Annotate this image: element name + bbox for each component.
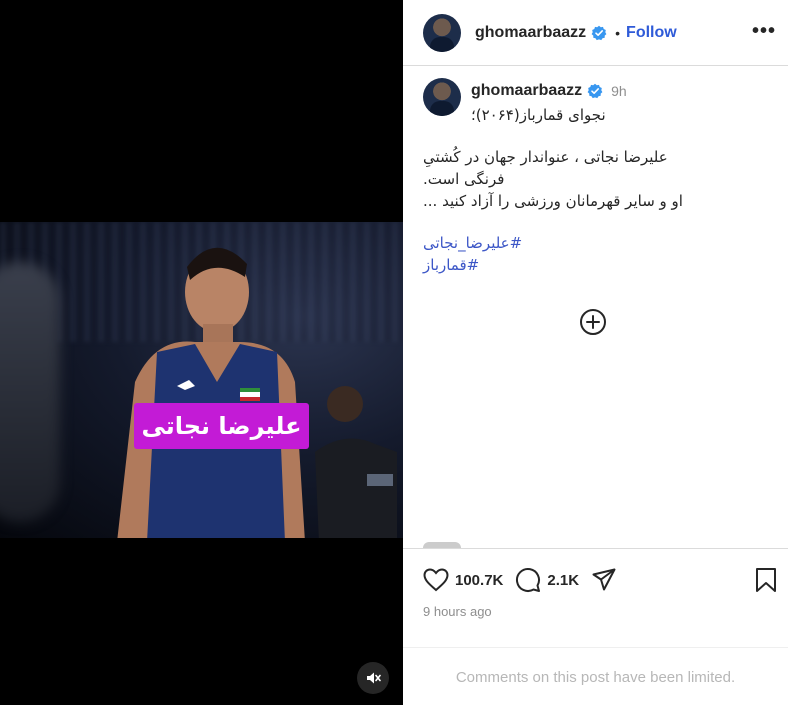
share-icon [592,568,616,591]
share-button[interactable] [591,567,617,593]
caption-paragraph: علیرضا نجاتی ، عنواندار جهان در کُشتیِ ف… [423,148,668,188]
heart-icon [423,568,449,592]
verified-badge-icon [591,25,607,41]
comments-limited-notice: Comments on this post have been limited. [403,647,788,705]
blurred-figure [0,262,60,522]
verified-badge-icon [587,83,603,99]
wrestler-figure [117,247,305,538]
post-photo [0,222,403,538]
post-details-panel: ghomaarbaazz • Follow ••• ghomaarbaazz 9… [403,0,788,705]
comment-count: 2.1K [547,571,580,589]
caption-username-link[interactable]: ghomaarbaazz [471,82,582,100]
hashtag-link[interactable]: #علیرضا_نجاتی [423,232,768,254]
like-button[interactable]: 100.7K [423,568,503,592]
post-time-short[interactable]: 9h [611,83,627,99]
hashtag-list: #علیرضا_نجاتی #قمارباز [423,232,768,276]
avatar[interactable] [423,78,461,116]
follow-button[interactable]: Follow [626,24,677,42]
separator-dot: • [615,24,621,41]
caption-title: نجوای قمارباز(۲۰۶۴)؛ [471,106,606,124]
name-overlay-label: علیرضا نجاتی [134,403,309,449]
speaker-muted-icon [367,672,381,684]
action-bar: 100.7K 2.1K 9 hours ago Comments on this… [403,548,788,705]
avatar[interactable] [423,13,461,52]
plus-circle-icon[interactable] [579,308,607,336]
caption: ghomaarbaazz 9h نجوای قمارباز(۲۰۶۴)؛ علی… [423,78,768,276]
bookmark-icon[interactable] [754,567,778,593]
caption-paragraph: او و سایر قهرمانان ورزشی را آزاد کنید ..… [423,192,683,210]
comment-button[interactable]: 2.1K [515,567,579,593]
referee-figure [315,386,397,538]
mute-button[interactable] [357,662,389,694]
post-header: ghomaarbaazz • Follow ••• [403,0,788,66]
post-timestamp[interactable]: 9 hours ago [423,604,492,619]
more-options-icon[interactable]: ••• [752,21,776,41]
comment-icon [516,568,541,592]
like-count: 100.7K [455,571,504,589]
username-link[interactable]: ghomaarbaazz [475,24,586,42]
post-media[interactable]: علیرضا نجاتی [0,0,403,705]
hashtag-link[interactable]: #قمارباز [423,254,768,276]
